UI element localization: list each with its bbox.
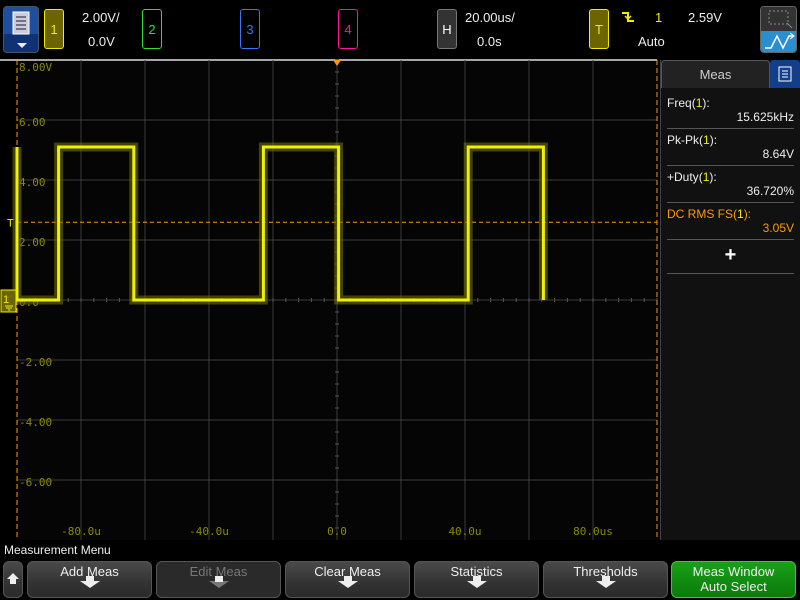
channel-3-button[interactable]: 3	[240, 9, 260, 49]
x-axis-label: -80.0u	[61, 525, 101, 538]
y-axis-label: 4.00	[19, 176, 46, 189]
touch-mode-buttons	[760, 6, 797, 53]
measurement-value: 3.05V	[762, 221, 794, 235]
ground-marker-label: 1	[3, 294, 9, 306]
trigger-source: 1	[655, 10, 663, 25]
divider	[667, 165, 794, 166]
measurement-panel: Meas Freq(1): 15.625kHz Pk-Pk(1): 8.64V +Dut…	[660, 60, 800, 540]
y-axis-label: -2.00	[19, 356, 52, 369]
divider	[667, 128, 794, 129]
down-arrow-icon	[79, 576, 100, 588]
horizontal-label: H	[442, 21, 452, 37]
down-arrow-icon	[337, 576, 358, 588]
time-position: 0.0s	[477, 34, 502, 49]
selection-box-icon	[768, 10, 793, 29]
panel-menu-button[interactable]	[770, 60, 800, 88]
menu-title: Measurement Menu	[4, 543, 111, 557]
measurement-name: DC RMS FS(1):	[667, 207, 752, 221]
y-axis-label: -6.00	[19, 476, 52, 489]
zoom-box-button[interactable]	[761, 7, 796, 31]
divider	[667, 202, 794, 203]
channel-4-label: 4	[344, 21, 352, 37]
y-axis-label: 8.00V	[19, 61, 52, 74]
down-arrow-icon	[595, 576, 616, 588]
x-axis-label: 80.0us	[573, 525, 613, 538]
waveform-touch-icon	[765, 32, 795, 50]
channel-2-label: 2	[148, 21, 156, 37]
x-axis-label: 40.0u	[448, 525, 481, 538]
y-axis-label: 2.00	[19, 236, 46, 249]
trigger-label: T	[595, 21, 603, 37]
menu-list-icon	[778, 66, 792, 82]
waveform-display[interactable]: 8.00V 6.00 4.00 2.00 0.0 -2.00 -4.00 -6.00 -80.0…	[0, 58, 660, 540]
meas-tab[interactable]: Meas	[661, 60, 770, 88]
measurement-value: 8.64V	[762, 147, 794, 161]
divider	[667, 273, 794, 274]
up-arrow-icon	[7, 573, 19, 584]
ch1-scale: 2.00V/	[82, 10, 120, 25]
edit-meas-button: Edit Meas	[156, 561, 281, 598]
thresholds-button[interactable]: Thresholds	[543, 561, 668, 598]
x-axis-label: 0.0	[327, 525, 347, 538]
measurement-list: Freq(1): 15.625kHz Pk-Pk(1): 8.64V +Duty(1):…	[661, 88, 800, 240]
meas-window-label: Meas Window	[692, 564, 775, 579]
channel-1-button[interactable]: 1	[44, 9, 64, 49]
down-arrow-icon	[208, 576, 229, 588]
add-measurement-button[interactable]: +	[661, 244, 800, 267]
y-axis-label: -4.00	[19, 416, 52, 429]
x-axis-label: -40.0u	[189, 525, 229, 538]
meas-panel-header: Meas	[661, 60, 800, 88]
trigger-level-marker: T	[7, 217, 14, 229]
measurement-value: 15.625kHz	[736, 110, 794, 124]
measurement-item[interactable]: Pk-Pk(1): 8.64V	[661, 133, 800, 166]
measurement-name: Freq(1):	[667, 96, 710, 110]
down-arrow-icon	[466, 576, 487, 588]
measurement-item[interactable]: DC RMS FS(1): 3.05V	[661, 207, 800, 240]
meas-window-button[interactable]: Meas Window Auto Select	[671, 561, 796, 598]
menu-list-icon	[12, 11, 30, 48]
trigger-button[interactable]: T	[589, 9, 609, 49]
channel-4-button[interactable]: 4	[338, 9, 358, 49]
clear-meas-button[interactable]: Clear Meas	[285, 561, 410, 598]
measurement-name: Pk-Pk(1):	[667, 133, 718, 147]
channel-1-label: 1	[50, 21, 58, 37]
trigger-level: 2.59V	[688, 10, 722, 25]
meas-window-value: Auto Select	[700, 579, 767, 594]
trigger-mode: Auto	[638, 34, 665, 49]
add-meas-button[interactable]: Add Meas	[27, 561, 152, 598]
measurement-value: 36.720%	[746, 184, 794, 198]
divider	[667, 239, 794, 240]
measurement-item[interactable]: Freq(1): 15.625kHz	[661, 96, 800, 129]
menu-up-button[interactable]	[3, 561, 23, 598]
time-scale: 20.00us/	[465, 10, 515, 25]
measurement-item[interactable]: +Duty(1): 36.720%	[661, 170, 800, 203]
ch1-offset: 0.0V	[88, 34, 115, 49]
horizontal-button[interactable]: H	[437, 9, 457, 49]
measurement-name: +Duty(1):	[667, 170, 717, 184]
y-axis-label: 6.00	[19, 116, 46, 129]
falling-edge-icon	[622, 12, 634, 22]
touch-gesture-button[interactable]	[761, 31, 796, 52]
channel-3-label: 3	[246, 21, 254, 37]
main-menu-button[interactable]	[3, 6, 39, 53]
statistics-button[interactable]: Statistics	[414, 561, 539, 598]
channel-2-button[interactable]: 2	[142, 9, 162, 49]
